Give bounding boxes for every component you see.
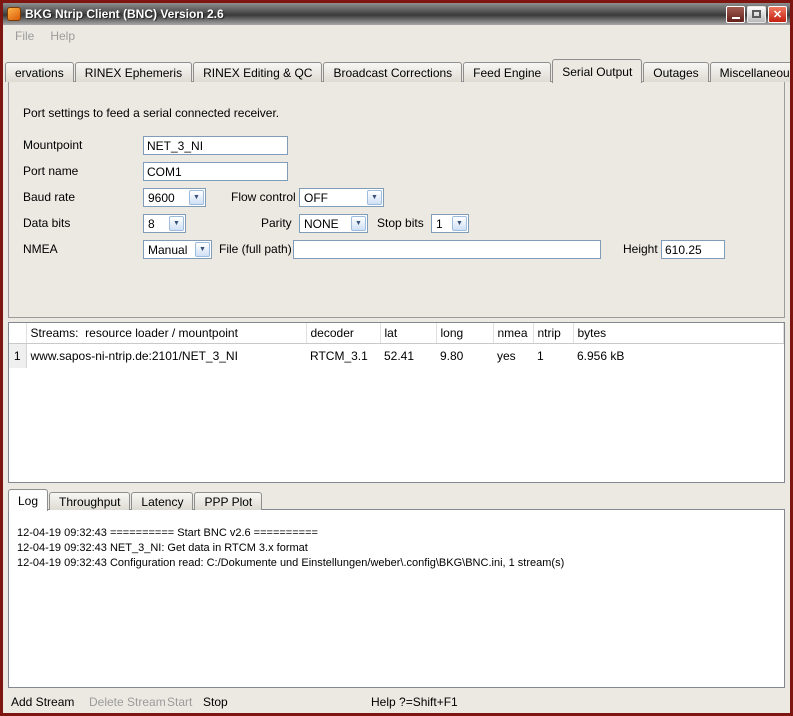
app-window: BKG Ntrip Client (BNC) Version 2.6 ✕ Fil… [0,0,793,716]
tab-rinex-ephemeris[interactable]: RINEX Ephemeris [75,62,192,82]
chevron-down-icon: ▼ [189,190,204,205]
data-bits-label: Data bits [23,214,70,233]
column-header-nmea[interactable]: nmea [493,323,533,344]
stop-bits-select[interactable]: 1 ▼ [431,214,469,233]
chevron-down-icon: ▼ [452,216,467,231]
cell-lat: 52.41 [380,344,436,369]
maximize-button[interactable] [747,6,766,23]
cell-nmea: yes [493,344,533,369]
data-bits-select[interactable]: 8 ▼ [143,214,186,233]
column-header-ntrip[interactable]: ntrip [533,323,573,344]
flow-control-label: Flow control [231,188,296,207]
baud-rate-label: Baud rate [23,188,75,207]
file-path-label: File (full path) [219,240,292,259]
cell-decoder: RTCM_3.1 [306,344,380,369]
nmea-select[interactable]: Manual ▼ [143,240,212,259]
chevron-down-icon: ▼ [351,216,366,231]
chevron-down-icon: ▼ [195,242,210,257]
table-row[interactable]: 1 www.sapos-ni-ntrip.de:2101/NET_3_NI RT… [9,344,784,369]
window-controls: ✕ [726,6,787,23]
tab-outages[interactable]: Outages [643,62,708,82]
mountpoint-label: Mountpoint [23,136,82,155]
tab-miscellaneous[interactable]: Miscellaneous [710,62,793,82]
column-header-bytes[interactable]: bytes [573,323,784,344]
minimize-button[interactable] [726,6,745,23]
top-tabbar: ervations RINEX Ephemeris RINEX Editing … [5,58,788,82]
tab-rinex-editing-qc[interactable]: RINEX Editing & QC [193,62,322,82]
port-name-input[interactable] [143,162,288,181]
flow-control-select[interactable]: OFF ▼ [299,188,384,207]
tab-observations[interactable]: ervations [5,62,74,82]
mountpoint-input[interactable] [143,136,288,155]
help-button[interactable]: Help ?=Shift+F1 [371,695,458,709]
log-line: 12-04-19 09:32:43 NET_3_NI: Get data in … [17,541,776,556]
cell-mountpoint: www.sapos-ni-ntrip.de:2101/NET_3_NI [26,344,306,369]
column-header-lat[interactable]: lat [380,323,436,344]
row-number-header [9,323,26,344]
baud-rate-value: 9600 [144,191,175,205]
menubar: File Help [3,25,790,47]
nmea-value: Manual [144,243,187,257]
tab-ppp-plot[interactable]: PPP Plot [194,492,262,510]
cell-bytes: 6.956 kB [573,344,784,369]
tab-log[interactable]: Log [8,489,48,511]
parity-value: NONE [300,217,339,231]
tab-latency[interactable]: Latency [131,492,193,510]
streams-table-frame: Streams: resource loader / mountpoint de… [8,322,785,483]
port-name-label: Port name [23,162,78,181]
serial-output-panel: Port settings to feed a serial connected… [8,81,785,318]
footer-bar: Add Stream Delete Stream Start Stop Help… [3,695,790,713]
app-icon [7,7,21,21]
add-stream-button[interactable]: Add Stream [11,695,74,709]
stop-bits-value: 1 [432,217,443,231]
start-button[interactable]: Start [167,695,192,709]
nmea-label: NMEA [23,240,58,259]
column-header-long[interactable]: long [436,323,493,344]
stop-button[interactable]: Stop [203,695,228,709]
data-bits-value: 8 [144,217,155,231]
chevron-down-icon: ▼ [367,190,382,205]
cell-ntrip: 1 [533,344,573,369]
window-title: BKG Ntrip Client (BNC) Version 2.6 [25,7,726,21]
bottom-tabbar: Log Throughput Latency PPP Plot [8,488,785,510]
flow-control-value: OFF [300,191,328,205]
row-number-cell: 1 [9,344,26,369]
baud-rate-select[interactable]: 9600 ▼ [143,188,206,207]
menu-help[interactable]: Help [44,27,81,45]
chevron-down-icon: ▼ [169,216,184,231]
height-input[interactable] [661,240,725,259]
log-output[interactable]: 12-04-19 09:32:43 ========== Start BNC v… [8,509,785,688]
streams-header-row: Streams: resource loader / mountpoint de… [9,323,784,344]
log-line: 12-04-19 09:32:43 ========== Start BNC v… [17,526,776,541]
column-header-decoder[interactable]: decoder [306,323,380,344]
height-label: Height [623,240,658,259]
tab-feed-engine[interactable]: Feed Engine [463,62,551,82]
streams-table: Streams: resource loader / mountpoint de… [9,323,784,368]
file-path-input[interactable] [293,240,601,259]
column-header-mountpoint[interactable]: Streams: resource loader / mountpoint [26,323,306,344]
cell-long: 9.80 [436,344,493,369]
parity-label: Parity [261,214,292,233]
tab-serial-output[interactable]: Serial Output [552,59,642,83]
tab-throughput[interactable]: Throughput [49,492,130,510]
stop-bits-label: Stop bits [377,214,424,233]
menu-file[interactable]: File [9,27,40,45]
titlebar: BKG Ntrip Client (BNC) Version 2.6 ✕ [3,3,790,25]
delete-stream-button[interactable]: Delete Stream [89,695,166,709]
parity-select[interactable]: NONE ▼ [299,214,368,233]
panel-description: Port settings to feed a serial connected… [23,106,279,120]
log-line: 12-04-19 09:32:43 Configuration read: C:… [17,556,776,571]
close-button[interactable]: ✕ [768,6,787,23]
tab-broadcast-corrections[interactable]: Broadcast Corrections [323,62,462,82]
